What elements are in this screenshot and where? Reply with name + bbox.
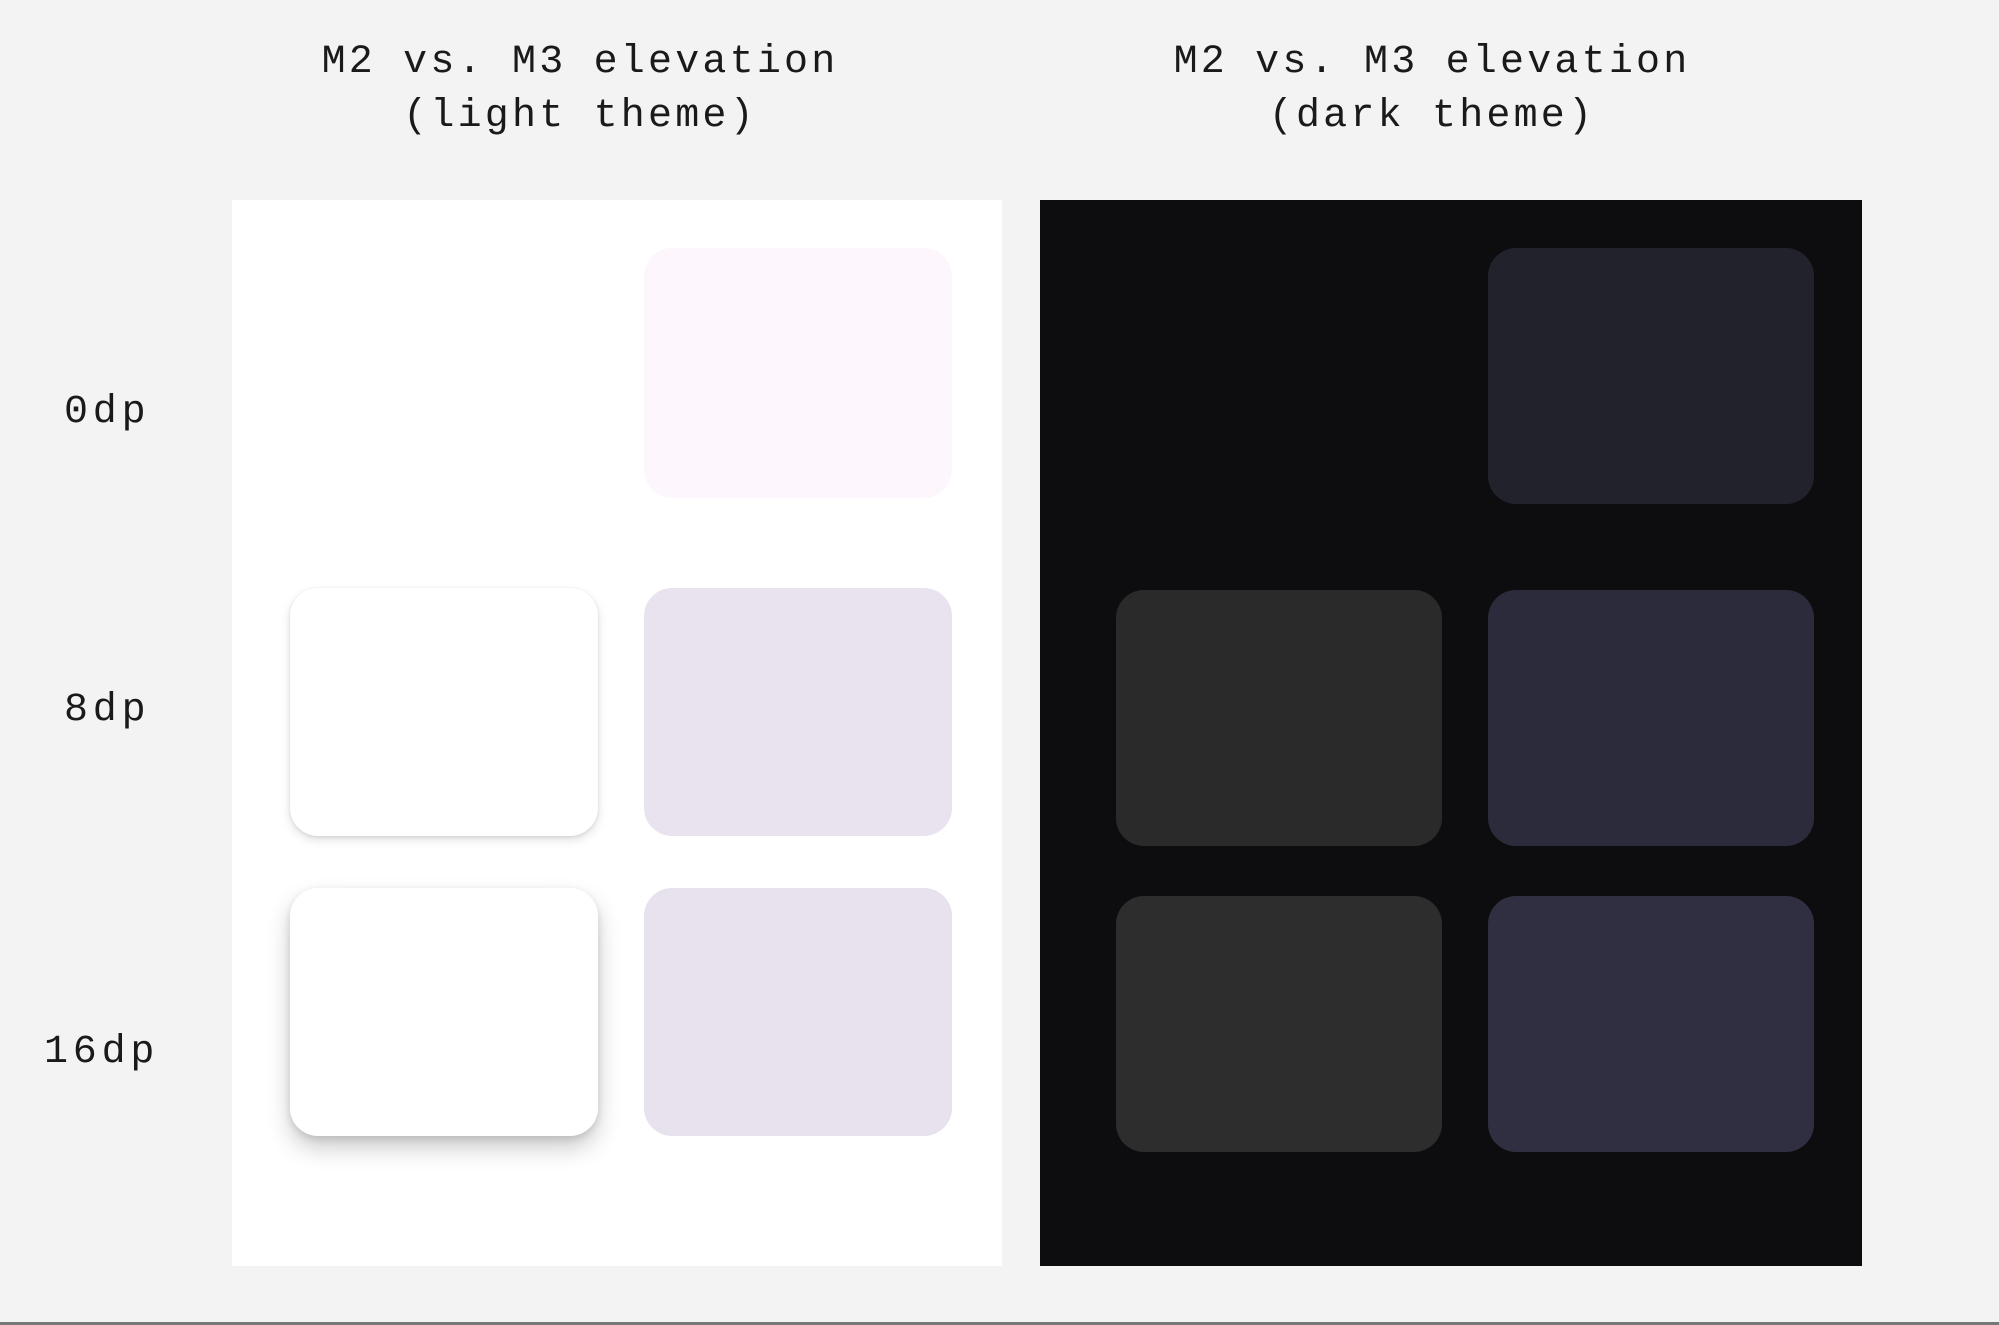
light-m3-16dp-card (644, 888, 952, 1136)
row-label-16dp: 16dp (44, 1030, 159, 1075)
dark-m3-8dp-card (1488, 590, 1814, 846)
dark-theme-panel (1040, 200, 1862, 1266)
dark-m2-8dp-card (1116, 590, 1442, 846)
light-m2-8dp-card (290, 588, 598, 836)
light-m3-0dp-card (644, 248, 952, 498)
light-theme-panel (232, 200, 1002, 1266)
dark-m2-16dp-card (1116, 896, 1442, 1152)
light-m2-16dp-card (290, 888, 598, 1136)
light-m3-8dp-card (644, 588, 952, 836)
title-dark-theme: M2 vs. M3 elevation (dark theme) (1012, 36, 1852, 144)
row-label-8dp: 8dp (64, 688, 150, 733)
dark-m3-16dp-card (1488, 896, 1814, 1152)
elevation-comparison-diagram: M2 vs. M3 elevation (light theme) M2 vs.… (0, 0, 1999, 1325)
dark-m3-0dp-card (1488, 248, 1814, 504)
title-light-theme: M2 vs. M3 elevation (light theme) (160, 36, 1000, 144)
row-label-0dp: 0dp (64, 390, 150, 435)
